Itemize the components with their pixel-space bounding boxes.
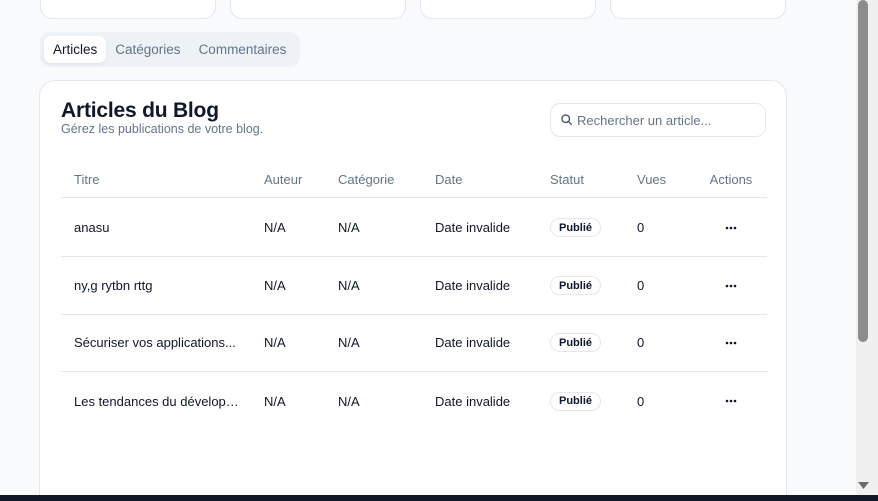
- column-header-author[interactable]: Auteur: [264, 161, 324, 197]
- tab-categories[interactable]: Catégories: [106, 36, 189, 63]
- search-input[interactable]: [577, 104, 762, 136]
- card-subtitle: Gérez les publications de votre blog.: [61, 122, 264, 136]
- stat-card: [230, 0, 406, 19]
- article-views: 0: [637, 278, 645, 293]
- card-title: Articles du Blog: [61, 99, 219, 122]
- articles-card: Articles du Blog Gérez les publications …: [39, 80, 787, 495]
- more-horizontal-icon[interactable]: [719, 218, 743, 238]
- more-horizontal-icon[interactable]: [719, 391, 743, 411]
- stat-card: [40, 0, 216, 19]
- article-views: 0: [637, 220, 645, 235]
- article-views: 0: [637, 335, 645, 350]
- table-row[interactable]: anasu N/A N/A Date invalide Publié 0: [61, 199, 767, 257]
- article-title[interactable]: Sécuriser vos applications...: [74, 335, 239, 350]
- article-title[interactable]: anasu: [74, 220, 239, 235]
- tab-list: Articles Catégories Commentaires: [40, 32, 300, 67]
- column-header-views[interactable]: Vues: [637, 161, 687, 197]
- status-badge: Publié: [550, 276, 602, 295]
- article-date: Date invalide: [435, 220, 511, 235]
- column-header-status[interactable]: Statut: [550, 161, 620, 197]
- more-horizontal-icon[interactable]: [719, 333, 743, 353]
- scroll-down-arrow-icon[interactable]: [857, 480, 870, 490]
- search-icon: [561, 114, 573, 126]
- status-badge: Publié: [550, 333, 602, 352]
- column-header-category[interactable]: Catégorie: [338, 161, 418, 197]
- tab-comments[interactable]: Commentaires: [190, 36, 296, 63]
- status-badge: Publié: [550, 218, 602, 237]
- article-author: N/A: [264, 278, 286, 293]
- stat-card: [610, 0, 786, 19]
- table-row[interactable]: Sécuriser vos applications... N/A N/A Da…: [61, 314, 767, 372]
- article-author: N/A: [264, 335, 286, 350]
- column-header-title[interactable]: Titre: [74, 161, 239, 197]
- table-header: Titre Auteur Catégorie Date Statut Vues …: [61, 161, 767, 198]
- scrollbar-thumb[interactable]: [858, 0, 868, 342]
- column-header-date[interactable]: Date: [435, 161, 535, 197]
- article-category: N/A: [338, 335, 360, 350]
- article-title[interactable]: Les tendances du développ...: [74, 394, 239, 409]
- article-date: Date invalide: [435, 278, 511, 293]
- stat-card: [420, 0, 596, 19]
- article-date: Date invalide: [435, 393, 511, 409]
- column-header-actions: Actions: [709, 171, 753, 187]
- article-views: 0: [637, 393, 645, 409]
- window-bottom-edge: [0, 495, 878, 501]
- article-author: N/A: [264, 393, 286, 409]
- article-title[interactable]: ny,g rytbn rttg: [74, 278, 239, 293]
- article-category: N/A: [338, 220, 360, 235]
- article-date: Date invalide: [435, 335, 511, 350]
- article-category: N/A: [338, 278, 360, 293]
- table-row[interactable]: ny,g rytbn rttg N/A N/A Date invalide Pu…: [61, 257, 767, 315]
- search-box: [550, 103, 766, 137]
- article-author: N/A: [264, 220, 286, 235]
- main-content: Articles Catégories Commentaires Article…: [0, 0, 856, 495]
- table-row[interactable]: Les tendances du développ... N/A N/A Dat…: [61, 372, 767, 430]
- more-horizontal-icon[interactable]: [719, 276, 743, 296]
- article-category: N/A: [338, 393, 360, 409]
- tab-articles[interactable]: Articles: [44, 36, 107, 63]
- status-badge: Publié: [550, 391, 602, 411]
